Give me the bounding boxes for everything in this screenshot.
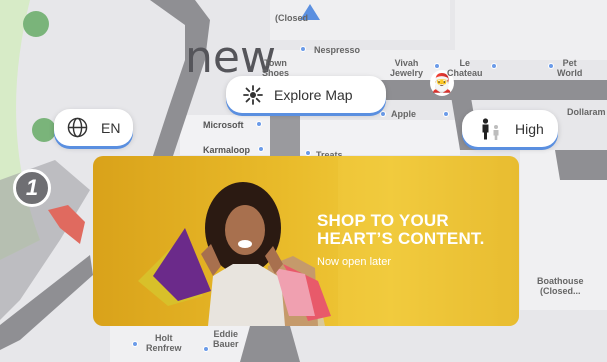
store-label-line1: Town	[264, 58, 287, 68]
store-label-line2: Bauer	[213, 339, 239, 349]
store-dot[interactable]	[548, 63, 554, 69]
store-label-town-shoes[interactable]: Town Shoes	[262, 58, 289, 78]
store-label-line1: Dollarama	[567, 107, 605, 117]
promo-title-line2: HEART’S CONTENT.	[317, 229, 485, 248]
mall-map-app: new 1 🎅 (Closed Nespresso Town Shoes Viv…	[0, 0, 607, 362]
store-dot[interactable]	[300, 46, 306, 52]
floor-number-label: 1	[25, 175, 39, 200]
store-label-boathouse[interactable]: Boathouse (Closed...	[537, 276, 584, 296]
store-dot[interactable]	[491, 63, 497, 69]
store-label-line1: Le	[459, 58, 471, 68]
store-dot[interactable]	[434, 63, 440, 69]
crowd-level-label: High	[515, 120, 544, 137]
store-label-line1: Vivah	[394, 58, 419, 68]
store-label-line1: Holt	[155, 333, 173, 343]
store-label-line1: Pet	[562, 58, 577, 68]
store-label-pet-world[interactable]: Pet World	[557, 58, 582, 78]
store-label-line2: Jewelry	[390, 68, 424, 78]
promo-title-line1: SHOP TO YOUR	[317, 211, 449, 230]
store-label-line1: Nespresso	[314, 45, 361, 55]
store-label-holt-renfrew[interactable]: Holt Renfrew	[146, 333, 182, 353]
sparkle-icon	[242, 84, 264, 106]
store-dot[interactable]	[443, 111, 449, 117]
store-label-le-chateau[interactable]: Le Chateau	[447, 58, 483, 78]
store-label-nespresso[interactable]: Nespresso	[314, 45, 360, 55]
store-label-dollarama[interactable]: Dollarama	[567, 107, 605, 117]
crowd-level-button[interactable]: High	[462, 110, 558, 147]
store-label-line2: Renfrew	[146, 343, 182, 353]
store-label-line2: (Closed...	[540, 286, 581, 296]
promo-banner[interactable]: SHOP TO YOUR HEART’S CONTENT. Now open l…	[93, 156, 519, 326]
store-label-line1: Apple	[391, 109, 417, 119]
store-label-line1: Karmaloop	[203, 145, 251, 155]
floor-number-badge[interactable]: 1	[13, 169, 51, 207]
explore-map-label: Explore Map	[274, 86, 353, 103]
promo-subtitle: Now open later	[317, 256, 391, 268]
store-dot[interactable]	[203, 346, 209, 352]
store-dot[interactable]	[256, 121, 262, 127]
store-label-apple[interactable]: Apple	[391, 109, 416, 119]
people-icon	[478, 117, 504, 140]
explore-map-button[interactable]: Explore Map	[226, 76, 386, 113]
store-dot[interactable]	[132, 341, 138, 347]
store-label-line2: Chateau	[447, 68, 483, 78]
store-label-eddie-bauer[interactable]: Eddie Bauer	[213, 329, 239, 349]
promo-title: SHOP TO YOUR HEART’S CONTENT.	[317, 212, 517, 248]
store-label-microsoft[interactable]: Microsoft	[203, 120, 244, 130]
store-dot[interactable]	[380, 111, 386, 117]
store-label-line1: Boathouse	[537, 276, 584, 286]
language-button[interactable]: EN	[54, 109, 133, 146]
globe-icon	[66, 117, 88, 139]
store-label-closed-top[interactable]: (Closed	[275, 13, 308, 23]
store-dot[interactable]	[258, 146, 264, 152]
store-label-line1: Eddie	[213, 329, 239, 339]
store-label-line1: (Closed	[275, 13, 309, 23]
store-label-vivah-jewelry[interactable]: Vivah Jewelry	[390, 58, 423, 78]
store-label-karmaloop[interactable]: Karmaloop	[203, 145, 250, 155]
store-label-line1: Microsoft	[203, 120, 244, 130]
store-label-line2: World	[557, 68, 583, 78]
language-label: EN	[101, 119, 121, 136]
